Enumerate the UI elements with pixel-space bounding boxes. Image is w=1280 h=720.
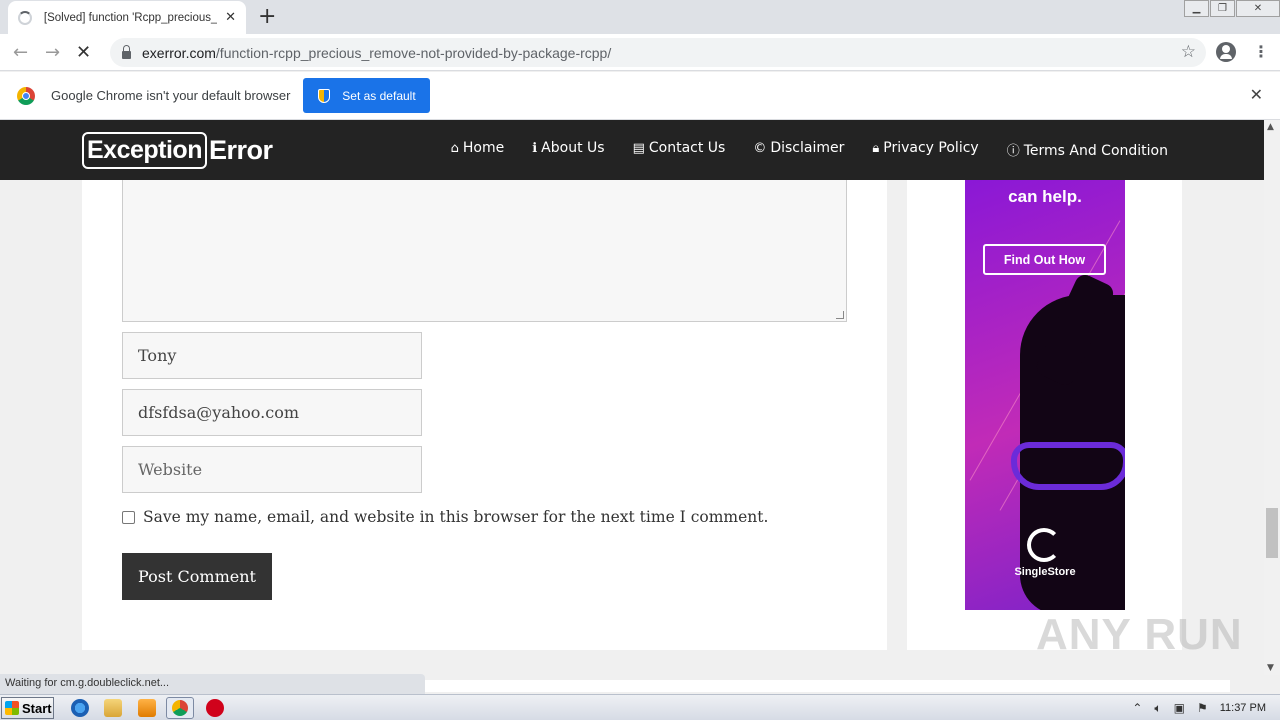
nav-privacy[interactable]: 🔒︎ Privacy Policy: [872, 140, 978, 159]
windows-taskbar: Start ⌃ 🔈︎ ▣ ⚑ 11:37 PM: [0, 694, 1280, 720]
site-logo[interactable]: Exception Error: [82, 130, 273, 170]
ad-brand: SingleStore: [1014, 566, 1076, 578]
close-window-button[interactable]: ✕: [1236, 0, 1280, 17]
tab-strip: [Solved] function 'Rcpp_precious_remove'…: [0, 0, 1280, 34]
stop-loading-icon[interactable]: ✕: [76, 42, 91, 63]
comment-textarea[interactable]: [122, 180, 847, 322]
internet-explorer-icon[interactable]: [71, 699, 89, 717]
info-icon: ℹ: [532, 141, 538, 156]
menu-dots-icon[interactable]: ⋮: [1253, 42, 1269, 61]
email-field[interactable]: dfsfdsa@yahoo.com: [122, 389, 422, 436]
window-controls: ▁ ❐ ✕: [1183, 0, 1280, 17]
find-out-how-button[interactable]: Find Out How: [983, 244, 1106, 275]
scrollbar-thumb[interactable]: [1266, 508, 1278, 558]
ad-sunglasses-image: [1011, 442, 1125, 490]
anyrun-watermark: ANY RUN: [1036, 610, 1243, 659]
nav-contact[interactable]: ▤ Contact Us: [633, 140, 726, 159]
status-bubble: Waiting for cm.g.doubleclick.net...: [0, 674, 425, 694]
sidebar: can help. Find Out How SingleStore: [907, 180, 1182, 650]
windows-flag-icon: [5, 701, 19, 715]
browser-tab[interactable]: [Solved] function 'Rcpp_precious_remove'…: [8, 1, 246, 34]
media-player-icon[interactable]: [138, 699, 156, 717]
horizontal-scroll-area: [425, 680, 1230, 692]
start-button[interactable]: Start: [1, 697, 54, 719]
file-explorer-icon[interactable]: [104, 699, 122, 717]
site-header: Exception Error ⌂ Home ℹ About Us ▤ Contact…: [0, 120, 1264, 180]
default-browser-infobar: Google Chrome isn't your default browser…: [0, 72, 1280, 120]
save-details-label[interactable]: Save my name, email, and website in this…: [143, 508, 768, 526]
tray-arrow-icon[interactable]: ⌃: [1132, 701, 1142, 715]
copyright-icon: ©: [753, 141, 767, 156]
minimize-button[interactable]: ▁: [1184, 0, 1209, 17]
scroll-up-icon[interactable]: ▲: [1267, 122, 1274, 132]
home-icon: ⌂: [450, 141, 459, 156]
nav-home[interactable]: ⌂ Home: [451, 140, 505, 159]
system-tray: ⌃ 🔈︎ ▣ ⚑ 11:37 PM: [1100, 697, 1280, 719]
infobar-message: Google Chrome isn't your default browser: [51, 88, 291, 103]
singlestore-logo-icon: [1027, 528, 1061, 562]
info-circle-icon: ⓘ: [1006, 144, 1020, 159]
nav-about[interactable]: ℹ About Us: [532, 140, 604, 159]
nav-disclaimer[interactable]: © Disclaimer: [753, 140, 844, 159]
save-details-row: Save my name, email, and website in this…: [122, 508, 768, 526]
name-field[interactable]: Tony: [122, 332, 422, 379]
opera-icon[interactable]: [206, 699, 224, 717]
chrome-logo-icon: [17, 86, 35, 105]
restore-button[interactable]: ❐: [1210, 0, 1235, 17]
back-arrow-icon[interactable]: ←: [13, 42, 28, 63]
logo-box-text: Exception: [82, 131, 207, 169]
address-bar[interactable]: exerror.com/function-rcpp_precious_remov…: [110, 38, 1206, 67]
set-as-default-button[interactable]: Set as default: [303, 78, 431, 113]
tab-close-icon[interactable]: ✕: [225, 10, 236, 25]
action-center-flag-icon[interactable]: ⚑: [1197, 701, 1208, 715]
infobar-close-icon[interactable]: ✕: [1250, 85, 1263, 104]
volume-icon[interactable]: 🔈︎: [1154, 701, 1161, 716]
lock-icon: 🔒︎: [872, 141, 880, 156]
site-nav: ⌂ Home ℹ About Us ▤ Contact Us © Disclaimer …: [423, 140, 1168, 159]
clock[interactable]: 11:37 PM: [1220, 702, 1266, 714]
url-text[interactable]: exerror.com/function-rcpp_precious_remov…: [142, 45, 611, 61]
browser-toolbar: ← → ✕ exerror.com/function-rcpp_precious…: [0, 34, 1280, 71]
bookmark-star-icon[interactable]: ☆: [1181, 42, 1196, 62]
contact-card-icon: ▤: [632, 141, 645, 156]
singlestore-ad[interactable]: can help. Find Out How SingleStore: [965, 180, 1125, 610]
padlock-icon[interactable]: [122, 44, 131, 59]
loading-spinner-icon: [18, 10, 32, 25]
tab-title: [Solved] function 'Rcpp_precious_remove'…: [43, 11, 218, 24]
comment-form: Tony dfsfdsa@yahoo.com Website Save my n…: [82, 180, 887, 650]
logo-rest-text: Error: [208, 134, 273, 165]
chrome-icon: [172, 700, 188, 716]
post-comment-button[interactable]: Post Comment: [122, 553, 272, 600]
set-as-default-label: Set as default: [342, 88, 416, 103]
new-tab-button[interactable]: +: [258, 4, 276, 30]
website-field[interactable]: Website: [122, 446, 422, 493]
uac-shield-icon: [318, 88, 331, 103]
nav-terms[interactable]: ⓘ Terms And Condition: [1007, 140, 1168, 159]
profile-avatar-icon[interactable]: [1216, 42, 1236, 62]
ad-headline: can help.: [1008, 187, 1082, 206]
network-icon[interactable]: ▣: [1174, 701, 1185, 715]
start-label: Start: [22, 700, 52, 716]
web-page: Exception Error ⌂ Home ℹ About Us ▤ Contact…: [0, 120, 1264, 675]
forward-arrow-icon[interactable]: →: [45, 42, 60, 63]
vertical-scrollbar[interactable]: ▲ ▼: [1264, 120, 1280, 675]
save-details-checkbox[interactable]: [122, 510, 135, 524]
scroll-down-icon[interactable]: ▼: [1267, 663, 1274, 673]
